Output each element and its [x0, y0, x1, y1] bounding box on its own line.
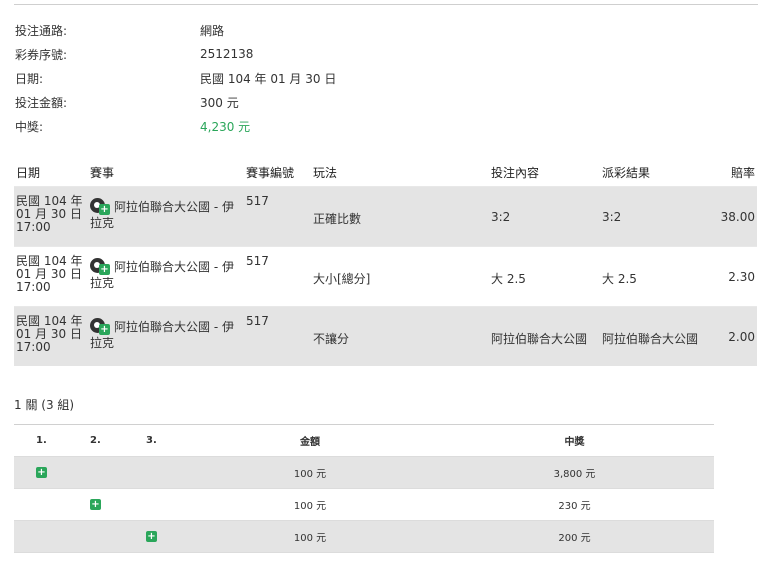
stake-label: 投注金額: — [15, 95, 68, 110]
combination-count: 1 關 (3 組) — [14, 398, 75, 412]
green-plus-square-icon: + — [36, 467, 47, 478]
top-divider — [14, 4, 758, 5]
bet-event-no: 517 — [246, 314, 269, 328]
bet-pick: 阿拉伯聯合大公國 — [491, 332, 588, 346]
summary-stake-row: 投注金額: 300 元 — [15, 90, 336, 114]
bet-date: 民國 104 年 01 月 30 日 17:00 — [14, 307, 88, 354]
combination-win: 230 元 — [558, 501, 591, 512]
combination-win: 200 元 — [558, 533, 591, 544]
soccer-ball-plus-icon[interactable]: + — [90, 257, 110, 275]
bet-date: 民國 104 年 01 月 30 日 17:00 — [14, 187, 88, 234]
summary-win-row: 中獎: 4,230 元 — [15, 114, 336, 138]
table-row: 民國 104 年 01 月 30 日 17:00 + 阿拉伯聯合大公國 - 伊 拉… — [14, 246, 757, 306]
serial-label: 彩券序號: — [15, 47, 68, 62]
bet-play: 正確比數 — [313, 212, 362, 226]
combination-amount: 100 元 — [293, 501, 327, 512]
date-value: 民國 104 年 01 月 30 日 — [200, 71, 337, 86]
bet-event-name-cont: 拉克 — [90, 276, 115, 290]
bet-event-no: 517 — [246, 254, 269, 268]
bet-odds: 38.00 — [720, 210, 755, 224]
bet-time: 17:00 — [16, 340, 51, 354]
header-odds: 賠率 — [730, 165, 755, 180]
bets-table: 日期 賽事 賽事編號 玩法 投注內容 派彩結果 賠率 民國 104 年 01 月… — [14, 158, 757, 366]
header-result: 派彩結果 — [602, 165, 651, 180]
bets-header-row: 日期 賽事 賽事編號 玩法 投注內容 派彩結果 賠率 — [14, 158, 757, 186]
bet-time: 17:00 — [16, 220, 51, 234]
bet-event[interactable]: + 阿拉伯聯合大公國 - 伊 拉克 — [88, 187, 244, 231]
header-date: 日期 — [16, 165, 41, 180]
bet-result: 阿拉伯聯合大公國 — [602, 332, 699, 346]
combination-amount: 100 元 — [293, 469, 327, 480]
header-pick: 投注內容 — [491, 165, 540, 180]
bet-event-name-cont: 拉克 — [90, 336, 115, 350]
combination-header-row: 1. 2. 3. 金額 中獎 — [14, 424, 714, 456]
green-plus-square-icon: + — [90, 499, 101, 510]
combination-amount: 100 元 — [293, 533, 327, 544]
bet-event-name: 阿拉伯聯合大公國 - 伊 — [114, 200, 234, 214]
bet-event-name-cont: 拉克 — [90, 216, 115, 230]
bet-date: 民國 104 年 01 月 30 日 17:00 — [14, 247, 88, 294]
header-event-no: 賽事編號 — [246, 165, 295, 180]
bet-event-no: 517 — [246, 194, 269, 208]
bet-play: 大小[總分] — [313, 272, 371, 286]
combination-table: 1. 2. 3. 金額 中獎 + 100 元 3,800 元 + 100 元 2… — [14, 424, 714, 553]
green-plus-square-icon: + — [146, 531, 157, 542]
bet-time: 17:00 — [16, 280, 51, 294]
bet-event-name: 阿拉伯聯合大公國 - 伊 — [114, 260, 234, 274]
combination-win: 3,800 元 — [553, 469, 596, 480]
ticket-summary: 投注通路: 網路 彩券序號: 2512138 日期: 民國 104 年 01 月… — [15, 18, 336, 138]
bet-odds: 2.00 — [728, 330, 755, 344]
bet-event[interactable]: + 阿拉伯聯合大公國 - 伊 拉克 — [88, 307, 244, 351]
summary-date-row: 日期: 民國 104 年 01 月 30 日 — [15, 66, 336, 90]
bet-pick: 3:2 — [491, 210, 511, 224]
stake-value: 300 元 — [200, 95, 239, 110]
summary-serial-row: 彩券序號: 2512138 — [15, 42, 336, 66]
combination-row: + 100 元 200 元 — [14, 520, 714, 553]
combination-row: + 100 元 230 元 — [14, 488, 714, 520]
header-win: 中獎 — [564, 437, 585, 448]
serial-value: 2512138 — [200, 47, 254, 61]
win-label: 中獎: — [15, 119, 44, 134]
table-row: 民國 104 年 01 月 30 日 17:00 + 阿拉伯聯合大公國 - 伊 拉… — [14, 306, 757, 366]
header-leg-3: 3. — [146, 435, 157, 446]
bet-odds: 2.30 — [728, 270, 755, 284]
bet-event[interactable]: + 阿拉伯聯合大公國 - 伊 拉克 — [88, 247, 244, 291]
soccer-ball-plus-icon[interactable]: + — [90, 197, 110, 215]
channel-label: 投注通路: — [15, 23, 68, 38]
header-play: 玩法 — [313, 165, 338, 180]
header-leg-1: 1. — [36, 435, 47, 446]
win-value: 4,230 元 — [200, 119, 251, 134]
header-leg-2: 2. — [90, 435, 101, 446]
bet-result: 3:2 — [602, 210, 622, 224]
header-amount: 金額 — [300, 437, 320, 448]
summary-channel-row: 投注通路: 網路 — [15, 18, 336, 42]
bet-pick: 大 2.5 — [491, 272, 526, 286]
soccer-ball-plus-icon[interactable]: + — [90, 317, 110, 335]
bet-result: 大 2.5 — [602, 272, 637, 286]
table-row: 民國 104 年 01 月 30 日 17:00 + 阿拉伯聯合大公國 - 伊 拉… — [14, 186, 757, 246]
bet-play: 不讓分 — [313, 332, 350, 346]
date-label: 日期: — [15, 71, 44, 86]
combination-row: + 100 元 3,800 元 — [14, 456, 714, 488]
header-event: 賽事 — [90, 165, 115, 180]
bet-event-name: 阿拉伯聯合大公國 - 伊 — [114, 320, 234, 334]
channel-value: 網路 — [200, 23, 225, 38]
